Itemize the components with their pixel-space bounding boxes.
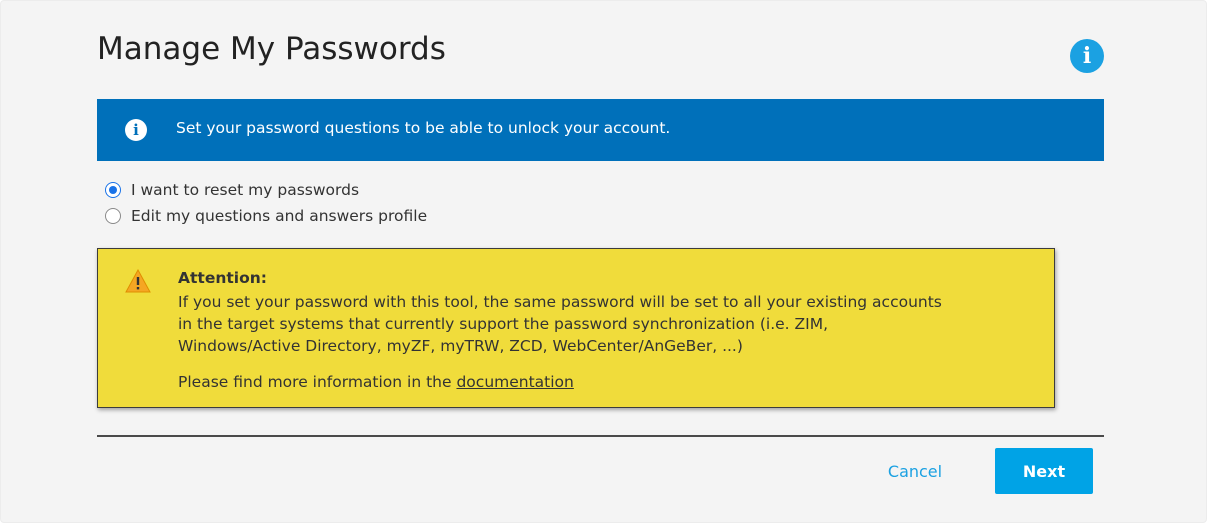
divider	[97, 435, 1104, 437]
more-info: Please find more information in the docu…	[178, 373, 574, 391]
info-icon[interactable]: i	[1070, 39, 1104, 73]
radio-reset-passwords[interactable]	[105, 182, 121, 198]
attention-body: If you set your password with this tool,…	[178, 291, 942, 357]
warning-icon	[125, 269, 151, 293]
more-info-text: Please find more information in the	[178, 373, 457, 391]
dialog-panel: Manage My Passwords i i Set your passwor…	[0, 0, 1207, 523]
page-title: Manage My Passwords	[97, 31, 446, 67]
option-label: I want to reset my passwords	[131, 181, 360, 199]
info-icon: i	[125, 119, 147, 141]
page: Manage My Passwords i i Set your passwor…	[0, 0, 1207, 523]
cancel-button[interactable]: Cancel	[869, 449, 961, 493]
option-edit-profile[interactable]: Edit my questions and answers profile	[105, 207, 427, 225]
radio-edit-profile[interactable]	[105, 208, 121, 224]
option-label: Edit my questions and answers profile	[131, 207, 428, 225]
attention-alert: Attention: If you set your password with…	[97, 248, 1055, 408]
next-button[interactable]: Next	[995, 448, 1093, 494]
documentation-link[interactable]: documentation	[456, 373, 573, 391]
info-banner: i Set your password questions to be able…	[97, 99, 1104, 161]
attention-line: Windows/Active Directory, myZF, myTRW, Z…	[178, 337, 743, 355]
option-reset-passwords[interactable]: I want to reset my passwords	[105, 181, 359, 199]
attention-line: in the target systems that currently sup…	[178, 315, 829, 333]
attention-heading: Attention:	[178, 269, 267, 287]
info-banner-text: Set your password questions to be able t…	[176, 119, 671, 137]
attention-line: If you set your password with this tool,…	[178, 293, 942, 311]
